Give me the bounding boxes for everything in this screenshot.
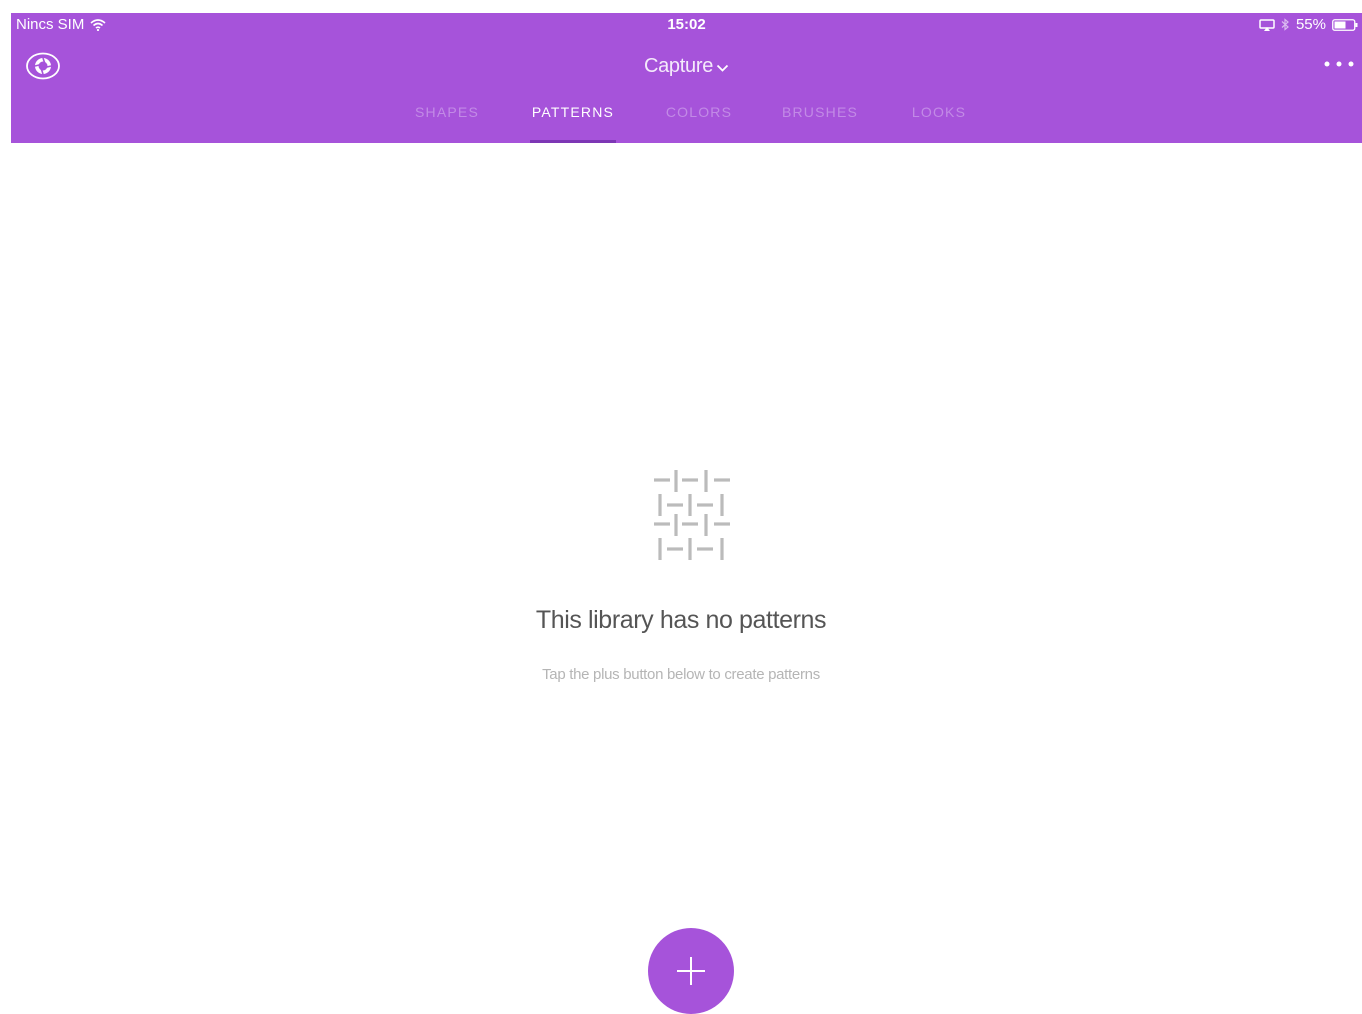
empty-state: This library has no patterns Tap the plu…: [0, 0, 1362, 1014]
empty-state-subtitle: Tap the plus button below to create patt…: [542, 666, 820, 683]
add-pattern-button[interactable]: [648, 928, 734, 1014]
plus-icon: [677, 957, 705, 985]
empty-state-title: This library has no patterns: [535, 606, 827, 634]
pattern-icon: [654, 470, 730, 560]
